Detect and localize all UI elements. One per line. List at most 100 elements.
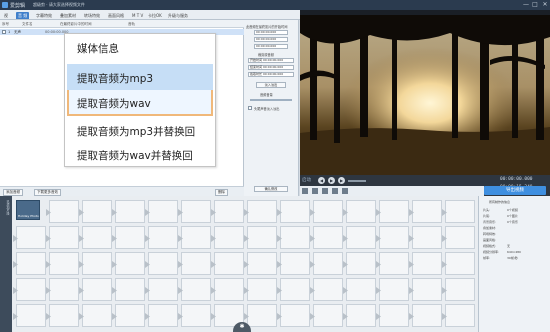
empty-clip-slot[interactable] [277,304,310,327]
empty-clip-slot[interactable] [442,200,475,223]
empty-clip-slot[interactable] [145,226,178,249]
transition-arrow-icon[interactable] [442,313,447,320]
transition-arrow-icon[interactable] [442,287,447,294]
transition-arrow-icon[interactable] [442,209,447,216]
transition-arrow-icon[interactable] [112,287,117,294]
confirm-button[interactable]: 确认修改 [254,186,288,192]
empty-clip-slot[interactable] [112,226,145,249]
empty-clip-slot[interactable] [145,278,178,301]
menu-item-extract-wav-replace[interactable]: 提取音频为wav并替换回 [77,148,193,163]
tab-karaoke[interactable]: 卡拉OK [146,12,164,19]
transition-arrow-icon[interactable] [112,313,117,320]
transition-arrow-icon[interactable] [277,313,282,320]
transition-arrow-icon[interactable] [13,287,18,294]
transition-arrow-icon[interactable] [277,261,282,268]
menu-item-media-info[interactable]: 媒体信息 [77,41,119,56]
empty-clip-slot[interactable] [178,252,211,275]
folder-icon[interactable] [322,188,328,194]
transition-arrow-icon[interactable] [112,209,117,216]
transition-arrow-icon[interactable] [409,235,414,242]
transition-arrow-icon[interactable] [376,313,381,320]
transition-arrow-icon[interactable] [244,235,249,242]
transition-arrow-icon[interactable] [211,287,216,294]
empty-clip-slot[interactable] [112,304,145,327]
transition-arrow-icon[interactable] [46,209,51,216]
first-clip-thumbnail[interactable]: Holiday Photo [16,200,40,220]
empty-clip-slot[interactable] [79,278,112,301]
transition-arrow-icon[interactable] [79,209,84,216]
transition-arrow-icon[interactable] [13,261,18,268]
tab-subtitle[interactable]: 字幕特效 [34,12,54,19]
transition-arrow-icon[interactable] [277,209,282,216]
transition-arrow-icon[interactable] [409,261,414,268]
time-field-a[interactable]: 00:00:00.000 [254,37,288,42]
transition-arrow-icon[interactable] [310,313,315,320]
empty-clip-slot[interactable] [442,304,475,327]
empty-clip-slot[interactable] [310,252,343,275]
trim-start-field[interactable]: 开始时间 00:00:00.000 [248,58,294,63]
transition-arrow-icon[interactable] [79,313,84,320]
volume-slider[interactable] [250,99,292,101]
transition-arrow-icon[interactable] [145,313,150,320]
trim-end-field[interactable]: 结束时间 00:00:00.000 [248,65,294,70]
transition-arrow-icon[interactable] [442,235,447,242]
transition-arrow-icon[interactable] [112,261,117,268]
empty-clip-slot[interactable] [79,226,112,249]
empty-clip-slot[interactable] [211,278,244,301]
download-effects-button[interactable]: 下载更多音效 [34,189,61,196]
transition-arrow-icon[interactable] [178,209,183,216]
tab-video[interactable]: 视 [2,12,10,19]
transition-arrow-icon[interactable] [343,209,348,216]
transition-arrow-icon[interactable] [79,235,84,242]
empty-clip-slot[interactable] [79,252,112,275]
empty-clip-slot[interactable] [442,252,475,275]
empty-clip-slot[interactable] [343,226,376,249]
tab-transition[interactable]: 转场特效 [82,12,102,19]
empty-clip-slot[interactable] [145,200,178,223]
transition-arrow-icon[interactable] [46,261,51,268]
close-icon[interactable]: ✕ [541,1,549,9]
empty-clip-slot[interactable] [112,200,145,223]
trim-length-field[interactable]: 截取时长 00:00:00.000 [248,72,294,77]
transition-arrow-icon[interactable] [244,287,249,294]
empty-clip-slot[interactable] [13,252,46,275]
empty-clip-slot[interactable] [277,200,310,223]
transition-arrow-icon[interactable] [310,261,315,268]
empty-clip-slot[interactable] [310,304,343,327]
empty-clip-slot[interactable] [13,304,46,327]
empty-clip-slot[interactable] [178,278,211,301]
prev-frame-icon[interactable]: ◀ [318,177,325,184]
empty-clip-slot[interactable] [343,304,376,327]
empty-clip-slot[interactable] [178,200,211,223]
transition-arrow-icon[interactable] [211,261,216,268]
transition-arrow-icon[interactable] [376,287,381,294]
play-icon[interactable]: ▶ [328,177,335,184]
empty-clip-slot[interactable] [343,278,376,301]
empty-clip-slot[interactable] [112,278,145,301]
empty-clip-slot[interactable] [46,252,79,275]
transition-arrow-icon[interactable] [343,261,348,268]
next-frame-icon[interactable]: ▶ [338,177,345,184]
time-field-b[interactable]: 00:00:00.000 [254,44,288,49]
empty-clip-slot[interactable] [79,200,112,223]
empty-clip-slot[interactable] [244,278,277,301]
empty-clip-slot[interactable] [46,226,79,249]
empty-clip-slot[interactable] [244,226,277,249]
save-icon[interactable] [332,188,338,194]
empty-clip-slot[interactable] [178,304,211,327]
transition-arrow-icon[interactable] [343,313,348,320]
empty-clip-slot[interactable] [409,226,442,249]
menu-item-extract-wav[interactable]: 提取音频为wav [77,96,151,111]
empty-clip-slot[interactable] [310,278,343,301]
transition-arrow-icon[interactable] [13,235,18,242]
fade-button[interactable]: 淡入淡出 [256,82,286,88]
transition-arrow-icon[interactable] [178,313,183,320]
transition-arrow-icon[interactable] [178,235,183,242]
empty-clip-slot[interactable] [310,200,343,223]
empty-clip-slot[interactable] [211,226,244,249]
cut-icon[interactable] [312,188,318,194]
empty-clip-slot[interactable] [343,200,376,223]
minimize-icon[interactable]: — [522,1,530,9]
empty-clip-slot[interactable] [244,252,277,275]
start-time-field[interactable]: 00:00:00.000 [254,30,288,35]
